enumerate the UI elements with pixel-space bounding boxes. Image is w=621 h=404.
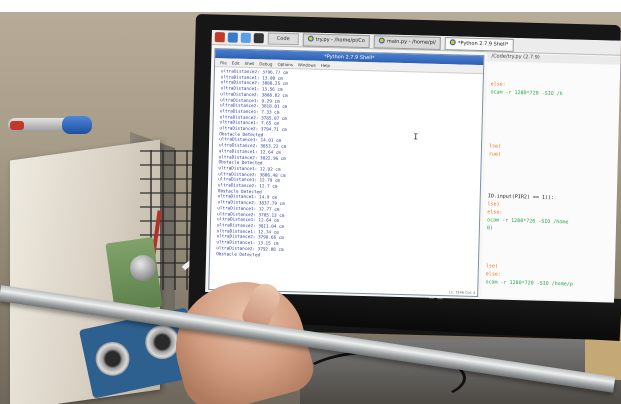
ultrasonic-transmitter	[92, 338, 133, 379]
taskbar-task-try[interactable]: try.py - /home/pi/Co	[302, 32, 371, 48]
menu-help[interactable]: Help	[321, 62, 330, 67]
taskbar-task-main[interactable]: main.py - /home/pi/	[373, 34, 442, 50]
menu-options[interactable]: Options	[277, 61, 293, 66]
code-line: rue)	[488, 151, 501, 158]
shell-output[interactable]: ultraDistance2: 3796.77 cm ultraDistance1…	[215, 69, 470, 285]
shell-title: *Python 2.7.9 Shell*	[324, 53, 375, 61]
menu-debug[interactable]: Debug	[259, 61, 272, 66]
menu-file[interactable]: File	[220, 60, 227, 65]
code-line: 0)	[486, 225, 494, 232]
taskbar-task-shell[interactable]: *Python 2.7.9 Shell*	[444, 36, 514, 52]
taskbar-folder-code[interactable]: Code	[267, 32, 299, 46]
code-line: else:	[487, 209, 503, 216]
file-manager-icon[interactable]	[240, 32, 251, 44]
code-line: else:	[485, 271, 501, 278]
python-icon	[449, 39, 456, 46]
editor-window[interactable]: /Code/try.py (2.7.9) else: ocam -r 1280*7…	[481, 53, 621, 301]
shell-status-bar: Ln: 7346 Col: 4	[448, 290, 476, 295]
python-icon	[307, 35, 314, 42]
marker-cap	[62, 116, 92, 134]
python-shell-window[interactable]: *Python 2.7.9 Shell* File Edit Shell Deb…	[208, 48, 485, 298]
taskbar-task-label: main.py - /home/pi/	[386, 38, 436, 46]
code-line: lse)	[485, 263, 499, 270]
raspberry-menu-icon[interactable]	[214, 32, 225, 43]
code-line: lse)	[487, 201, 500, 208]
marker-red-band	[10, 121, 24, 130]
text-cursor-icon: I	[413, 132, 419, 142]
terminal-icon[interactable]	[253, 33, 264, 44]
code-line: ocam -r 1280*720 -SIO /home	[487, 217, 569, 226]
code-line: ocam -r 1280*720 -SIO /home/p	[485, 279, 573, 288]
monitor-screen: Code try.py - /home/pi/Co main.py - /hom…	[205, 30, 621, 303]
photo-scene: LG Code try.py - /home/pi/Co main.py - /…	[0, 0, 621, 404]
menu-windows[interactable]: Windows	[298, 62, 316, 67]
code-line: else:	[490, 81, 506, 88]
code-line: ocam -r 1280*720 -SIO /h	[490, 89, 563, 98]
menu-edit[interactable]: Edit	[232, 60, 240, 65]
photo-top-border	[0, 0, 621, 12]
python-icon	[378, 37, 385, 44]
code-line: lse)	[488, 143, 502, 150]
menu-shell[interactable]: Shell	[245, 60, 255, 65]
browser-icon[interactable]	[227, 32, 238, 43]
taskbar-task-label: try.py - /home/pi/Co	[315, 36, 365, 44]
potentiometer-knob	[130, 255, 156, 281]
taskbar-task-label: *Python 2.7.9 Shell*	[457, 39, 509, 48]
code-line: IO.input(PIR2) == 1)):	[487, 193, 555, 202]
